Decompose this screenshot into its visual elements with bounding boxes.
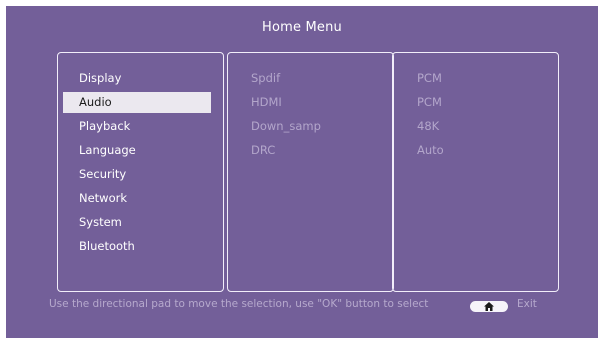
menu-item-system[interactable]: System — [63, 212, 211, 233]
menu-item-display[interactable]: Display — [63, 68, 211, 89]
setting-name-spdif[interactable]: Spdif — [251, 68, 280, 88]
home-icon — [484, 302, 494, 311]
menu-item-security[interactable]: Security — [63, 164, 211, 185]
home-exit-button[interactable] — [470, 301, 508, 312]
menu-item-playback[interactable]: Playback — [63, 116, 211, 137]
menu-item-network[interactable]: Network — [63, 188, 211, 209]
setting-value-hdmi[interactable]: PCM — [417, 92, 442, 112]
page-title: Home Menu — [261, 20, 343, 35]
setting-name-hdmi[interactable]: HDMI — [251, 92, 282, 112]
exit-label: Exit — [517, 298, 537, 310]
navigation-hint: Use the directional pad to move the sele… — [49, 298, 429, 310]
menu-item-audio[interactable]: Audio — [63, 92, 211, 113]
menu-item-bluetooth[interactable]: Bluetooth — [63, 236, 211, 257]
settings-name-panel — [227, 52, 394, 292]
setting-value-down-samp[interactable]: 48K — [417, 116, 439, 136]
setting-value-spdif[interactable]: PCM — [417, 68, 442, 88]
settings-value-panel — [392, 52, 559, 292]
setting-value-drc[interactable]: Auto — [417, 140, 444, 160]
setting-name-drc[interactable]: DRC — [251, 140, 275, 160]
setting-name-down-samp[interactable]: Down_samp — [251, 116, 321, 136]
menu-item-language[interactable]: Language — [63, 140, 211, 161]
